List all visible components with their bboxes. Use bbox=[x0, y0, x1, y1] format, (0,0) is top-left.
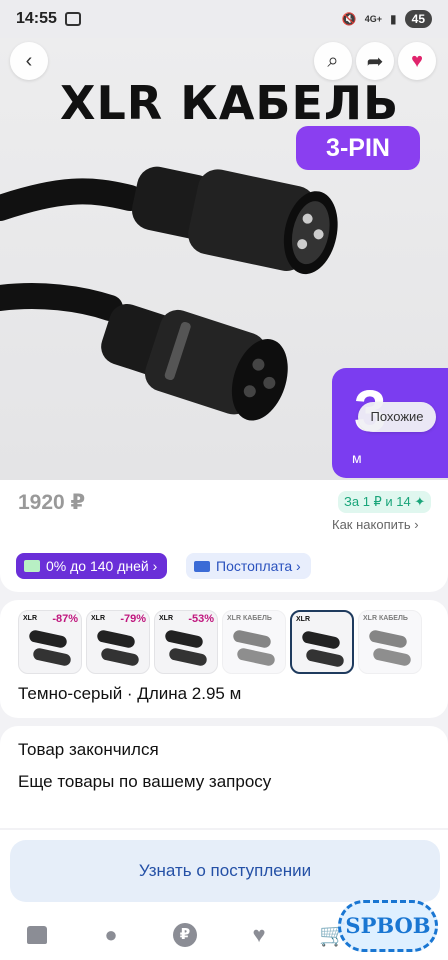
installment-label: 0% до 140 дней › bbox=[46, 558, 158, 574]
hero-title: XLR КАБЕЛЬ bbox=[60, 76, 400, 130]
battery-indicator: 45 bbox=[404, 10, 432, 28]
nav-catalog[interactable]: ● bbox=[74, 910, 148, 960]
thumb-label: XLR bbox=[296, 616, 310, 623]
share-button[interactable]: ➦ bbox=[356, 42, 394, 80]
promo-unit: м bbox=[352, 450, 362, 466]
selected-variant-label: Темно-серый · Длина 2.95 м bbox=[18, 684, 242, 703]
search-button[interactable]: ⌕ bbox=[314, 42, 352, 80]
thumb-label: XLR КАБЕЛЬ bbox=[227, 615, 272, 622]
share-icon: ➦ bbox=[366, 50, 384, 73]
status-right: 🔇 4G+ ▮ 45 bbox=[342, 10, 432, 28]
truck-icon bbox=[194, 560, 210, 572]
status-time: 14:55 bbox=[16, 10, 57, 27]
nav-payments[interactable]: ₽ bbox=[148, 910, 222, 960]
watermark-stamp: SPBOB bbox=[338, 900, 438, 952]
similar-button[interactable]: Похожие bbox=[358, 402, 436, 432]
variants-card: XLR -87% XLR -79% XLR -53% XLR КАБЕЛЬ XL… bbox=[0, 600, 448, 718]
postpay-label: Постоплата › bbox=[216, 558, 301, 574]
apple-icon: ● bbox=[104, 922, 118, 947]
heart-icon: ♥ bbox=[252, 922, 266, 947]
nav-favorites[interactable]: ♥ bbox=[222, 910, 296, 960]
out-of-stock-text: Товар закончился bbox=[18, 740, 159, 759]
variant-thumb-selected[interactable]: XLR bbox=[290, 610, 354, 674]
payment-chips: 0% до 140 дней › Постоплата › bbox=[0, 542, 448, 592]
thumb-label: XLR bbox=[91, 615, 105, 622]
variant-thumb[interactable]: XLR -79% bbox=[86, 610, 150, 674]
discount-badge: -87% bbox=[52, 613, 78, 625]
more-products-heading: Еще товары по вашему запросу bbox=[18, 772, 272, 791]
status-bar: 14:55 🔇 4G+ ▮ 45 bbox=[0, 0, 448, 38]
stock-card: Товар закончился Еще товары по вашему за… bbox=[0, 726, 448, 828]
thumb-label: XLR КАБЕЛЬ bbox=[363, 615, 408, 622]
discount-badge: -79% bbox=[120, 613, 146, 625]
ruble-icon: ₽ bbox=[173, 923, 197, 947]
variant-thumb[interactable]: XLR КАБЕЛЬ bbox=[358, 610, 422, 674]
price: 1920 ₽ bbox=[18, 491, 86, 514]
screenshot-icon bbox=[64, 12, 81, 26]
back-button[interactable]: ‹ bbox=[10, 42, 48, 80]
postpay-chip[interactable]: Постоплата › bbox=[186, 553, 311, 579]
installment-chip[interactable]: 0% до 140 дней › bbox=[16, 553, 168, 579]
pin-badge: 3-PIN bbox=[296, 126, 420, 170]
variant-thumb[interactable]: XLR -53% bbox=[154, 610, 218, 674]
mute-icon: 🔇 bbox=[341, 12, 357, 26]
price-card: 1920 ₽ За 1 ₽ и 14 ✦ Как накопить › bbox=[0, 480, 448, 542]
discount-badge: -53% bbox=[188, 613, 214, 625]
home-icon bbox=[27, 926, 47, 944]
card-icon bbox=[24, 560, 40, 572]
notify-button[interactable]: Узнать о поступлении bbox=[10, 840, 440, 902]
network-indicator: 4G+ bbox=[364, 13, 383, 24]
accumulate-link[interactable]: Как накопить › bbox=[332, 517, 419, 532]
variant-thumbnails: XLR -87% XLR -79% XLR -53% XLR КАБЕЛЬ XL… bbox=[18, 610, 422, 674]
signal-icon: ▮ bbox=[390, 12, 397, 26]
variant-thumb[interactable]: XLR КАБЕЛЬ bbox=[222, 610, 286, 674]
variant-thumb[interactable]: XLR -87% bbox=[18, 610, 82, 674]
thumb-label: XLR bbox=[23, 615, 37, 622]
heart-icon: ♥ bbox=[411, 49, 423, 72]
bonus-badge[interactable]: За 1 ₽ и 14 ✦ bbox=[338, 491, 432, 513]
nav-home[interactable] bbox=[0, 910, 74, 960]
chevron-left-icon: ‹ bbox=[25, 49, 33, 72]
search-icon: ⌕ bbox=[327, 49, 339, 72]
thumb-label: XLR bbox=[159, 615, 173, 622]
favorite-button[interactable]: ♥ bbox=[398, 42, 436, 80]
